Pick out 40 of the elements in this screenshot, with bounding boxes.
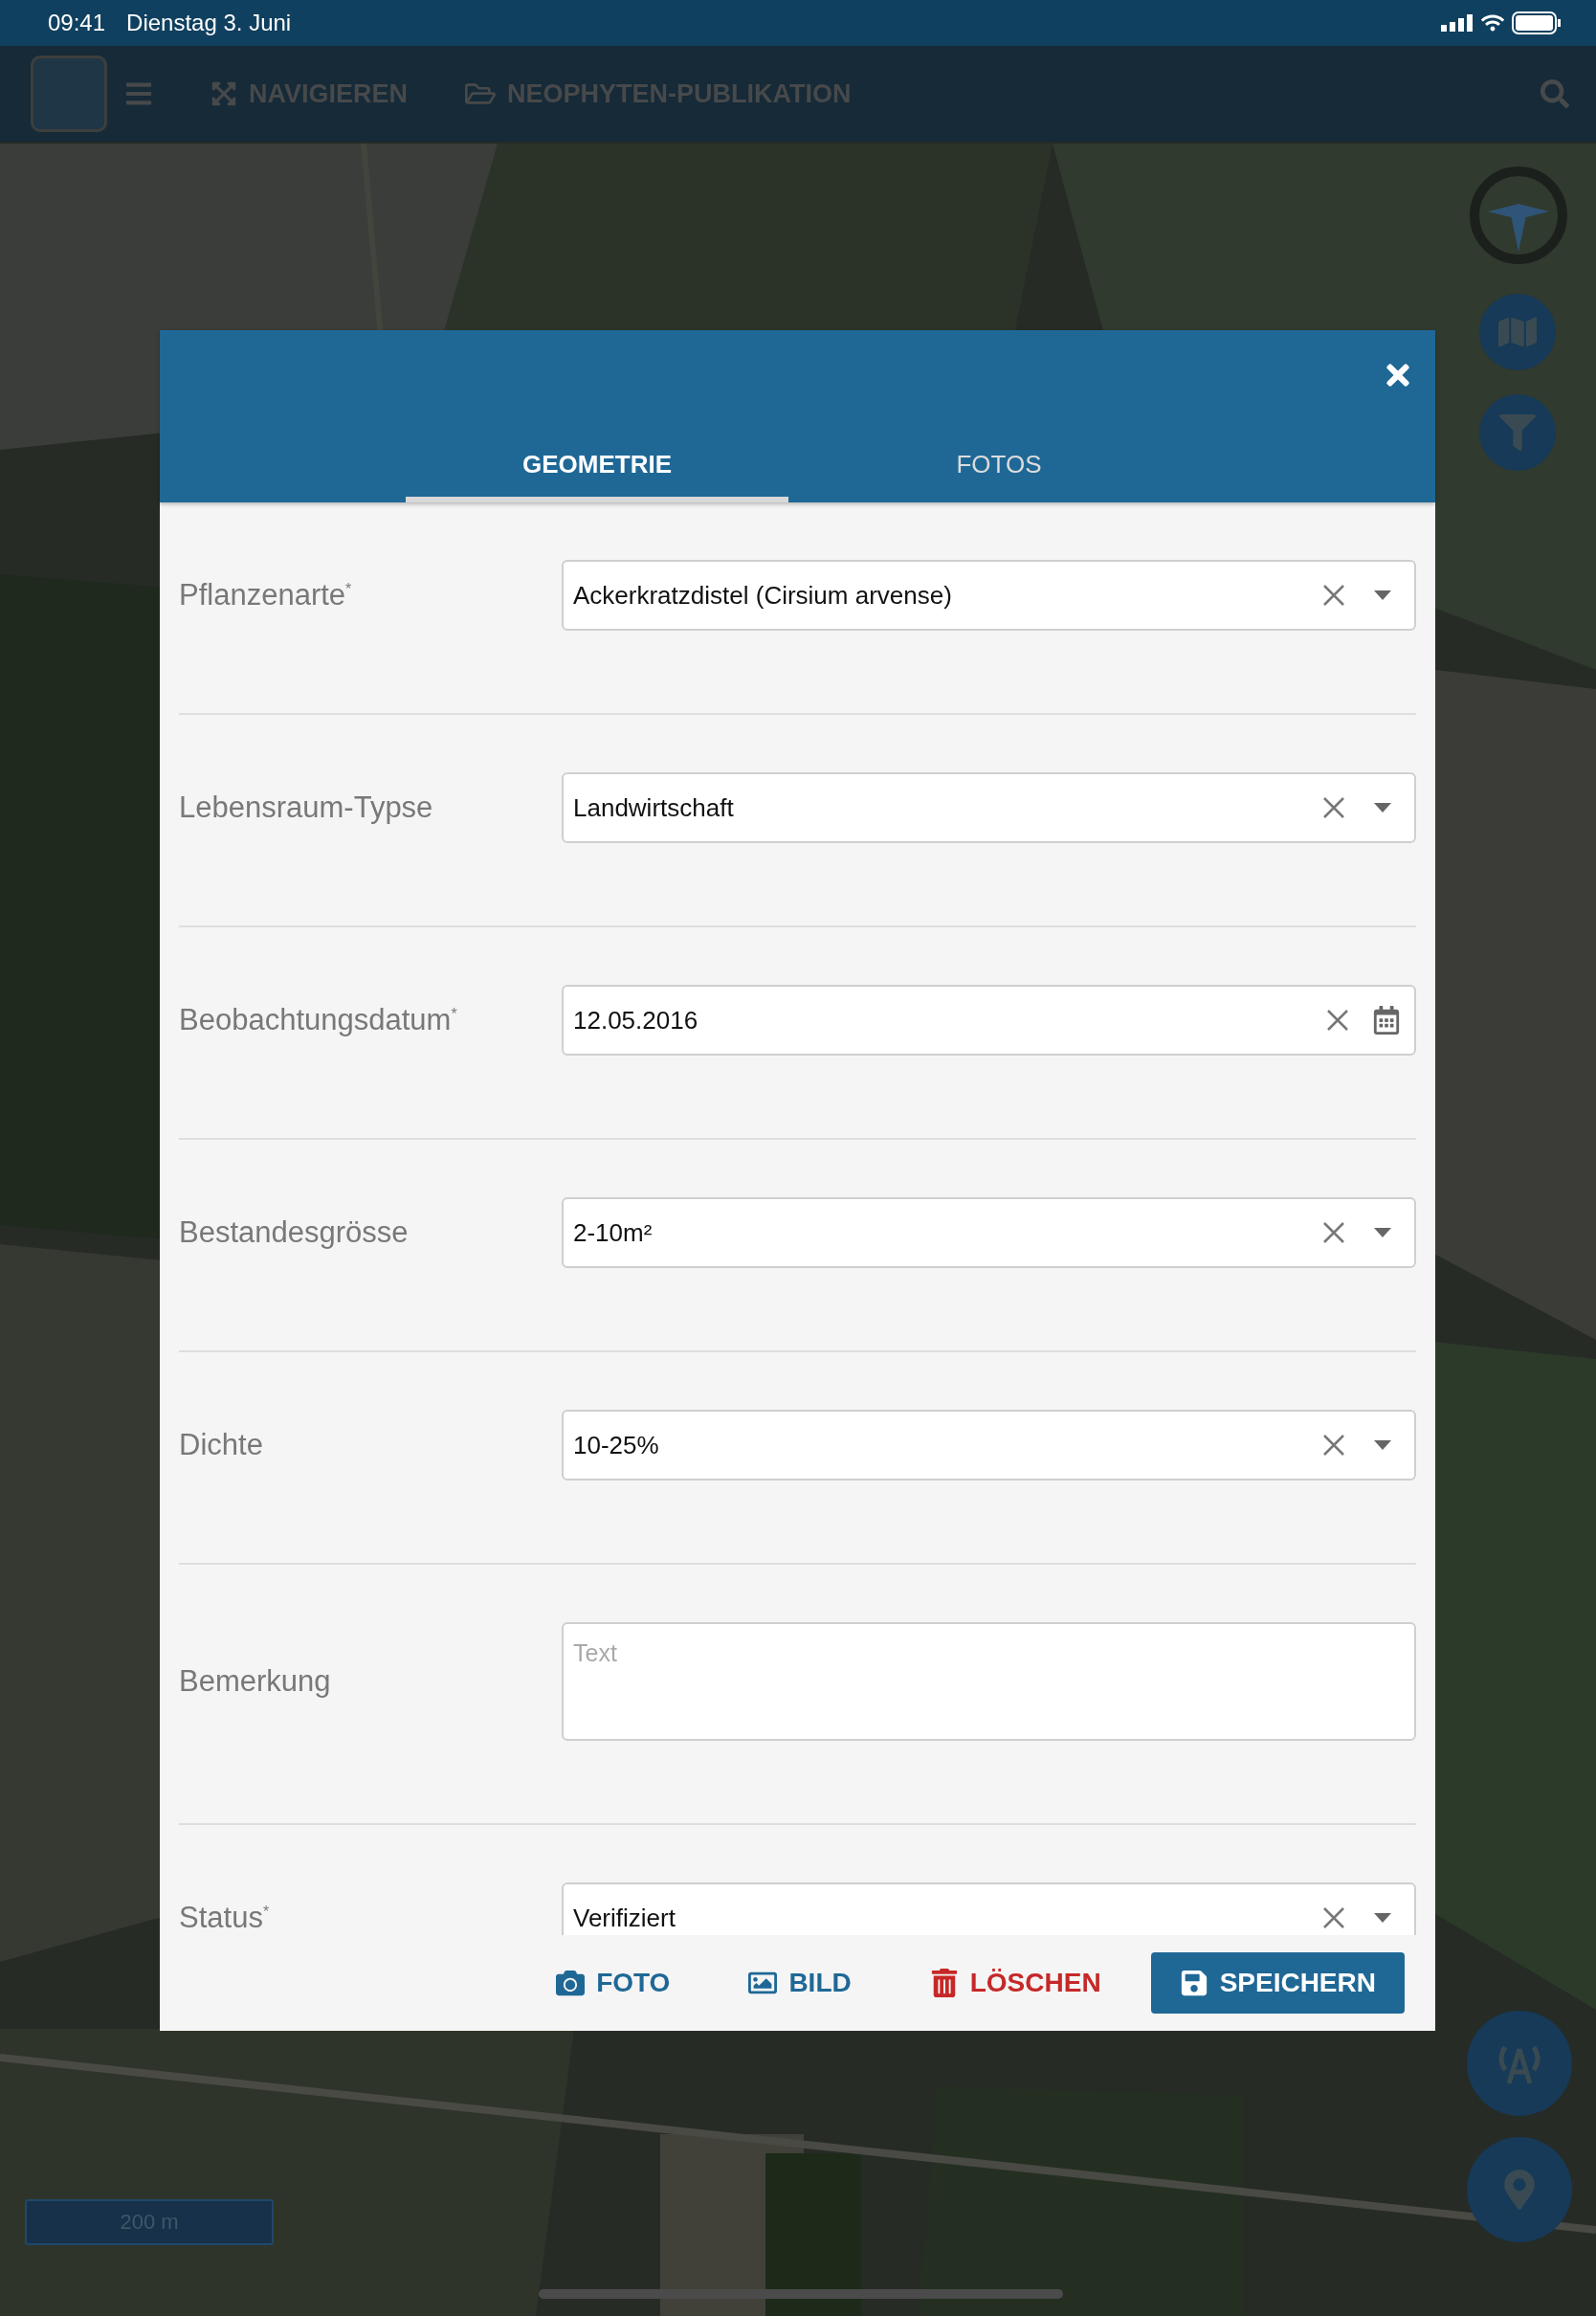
field-label: Pflanzenarte$^{*}$ bbox=[179, 578, 353, 612]
select-field[interactable]: Ackerkratzdistel (Cirsium arvense) bbox=[562, 560, 1416, 631]
clear-icon[interactable] bbox=[1322, 584, 1345, 607]
tab[interactable]: FOTOS bbox=[788, 437, 1209, 502]
save-button[interactable]: SPEICHERN bbox=[1150, 1952, 1405, 2014]
caret-icon[interactable] bbox=[1374, 1913, 1391, 1923]
field-label: Lebensraum-Typse bbox=[179, 791, 434, 825]
clear-icon[interactable] bbox=[1322, 796, 1345, 819]
clear-icon[interactable] bbox=[1322, 1906, 1345, 1929]
trash-icon bbox=[929, 1969, 959, 1997]
battery-icon bbox=[1512, 11, 1562, 34]
expand-arrows-icon bbox=[211, 80, 237, 107]
caret-icon[interactable] bbox=[1374, 1440, 1391, 1450]
select-field[interactable]: Landwirtschaft bbox=[562, 772, 1416, 843]
field-label: Beobachtungsdatum$^{*}$ bbox=[179, 1003, 458, 1037]
calendar-icon[interactable] bbox=[1372, 1006, 1401, 1035]
filter-icon bbox=[1499, 414, 1536, 451]
select-field[interactable]: Verifiziert bbox=[562, 1882, 1416, 1935]
select-field[interactable]: 10-25% bbox=[562, 1410, 1416, 1481]
tab[interactable]: GEOMETRIE bbox=[406, 437, 788, 502]
clear-icon[interactable] bbox=[1322, 1434, 1345, 1457]
caret-icon[interactable] bbox=[1374, 1228, 1391, 1237]
compass-icon[interactable] bbox=[1469, 166, 1568, 265]
field-label: Dichte bbox=[179, 1428, 264, 1462]
image-button[interactable]: BILD bbox=[720, 1952, 880, 2014]
select-field[interactable]: 2-10m² bbox=[562, 1197, 1416, 1268]
caret-icon[interactable] bbox=[1374, 803, 1391, 813]
caret-icon[interactable] bbox=[1374, 590, 1391, 600]
status-date: Dienstag 3. Juni bbox=[126, 10, 292, 36]
field-label: Bemerkung bbox=[179, 1664, 332, 1699]
camera-icon bbox=[556, 1969, 586, 1997]
field-label: Status$^{*}$ bbox=[179, 1901, 271, 1935]
delete-button[interactable]: LÖSCHEN bbox=[900, 1952, 1130, 2014]
field-label: Bestandesgrösse bbox=[179, 1215, 410, 1250]
clear-icon[interactable] bbox=[1326, 1009, 1349, 1032]
clear-icon[interactable] bbox=[1322, 1221, 1345, 1244]
status-time: 09:41 bbox=[48, 10, 106, 36]
date-field[interactable]: 12.05.2016 bbox=[562, 985, 1416, 1056]
signal-icon bbox=[1441, 14, 1474, 32]
photo-button[interactable]: FOTO bbox=[527, 1952, 699, 2014]
